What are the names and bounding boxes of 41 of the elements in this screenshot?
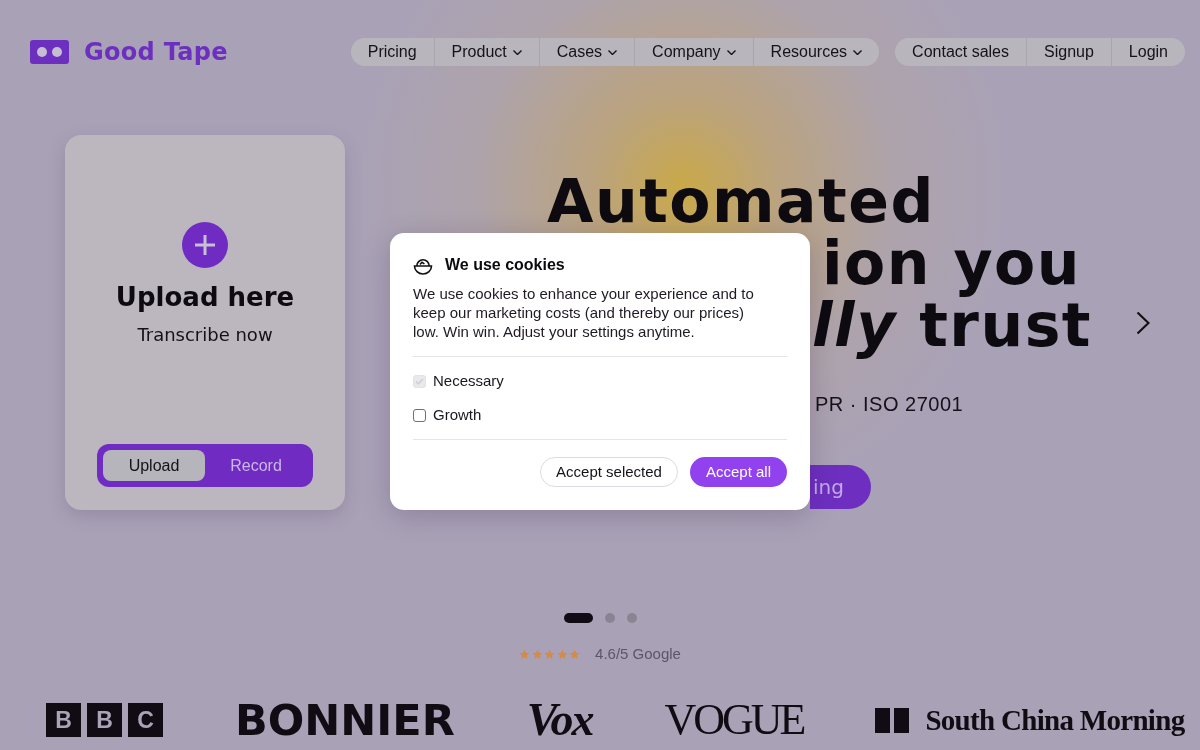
chevron-down-icon [726,49,736,55]
dialog-text: We use cookies to enhance your experience and to keep our marketing costs (and thereby our prices) low. Win win. Adjust your settings anytime. [413,284,755,341]
star-icon [556,648,568,660]
logo-icon[interactable] [30,40,69,64]
chevron-down-icon [853,49,863,55]
star-icon [569,648,581,660]
checkbox-label: Growth [433,404,482,425]
press-logo: BONNIER [235,703,455,737]
nav-link[interactable]: Cases [538,38,635,66]
nav-link[interactable]: Contact sales [895,38,1026,66]
headline-line: Automated [547,170,935,232]
chevron-down-icon [512,49,522,55]
dialog-title: We use cookies [445,255,565,275]
press-logo: Vox [526,703,593,737]
star-icon [531,648,543,660]
logo-blocks-icon [875,707,910,733]
nav-link[interactable]: Pricing [350,38,434,66]
compliance-text: PR · ISO 27001 [815,392,964,417]
mode-tab[interactable]: Record [205,450,307,481]
nav-link[interactable]: Resources [752,38,880,66]
mode-tab[interactable]: Upload [103,450,205,481]
nav-link[interactable]: Company [634,38,753,66]
star-icon [519,648,531,660]
rating-text: 4.6/5 Google [595,643,681,664]
press-logo: VOGUE [664,703,804,737]
nav-link[interactable]: Signup [1026,38,1111,66]
press-logo: B B C [46,703,163,737]
card-title: Upload here [115,281,295,313]
checkbox-label: Necessary [433,370,504,391]
chevron-right-icon[interactable] [1136,310,1150,335]
checkbox[interactable] [413,408,426,422]
press-logo: South China Morning [925,703,1185,737]
star-icon [544,648,556,660]
cta-button[interactable]: ing [810,465,871,509]
nav-link[interactable]: Product [433,38,539,66]
accept-selected-button[interactable]: Accept selected [540,457,678,487]
accept-all-button[interactable]: Accept all [689,457,787,487]
nav-link[interactable]: Login [1110,38,1185,66]
card-subtitle: Transcribe now [137,323,273,347]
plus-icon[interactable] [182,222,228,268]
chevron-down-icon [608,49,618,55]
